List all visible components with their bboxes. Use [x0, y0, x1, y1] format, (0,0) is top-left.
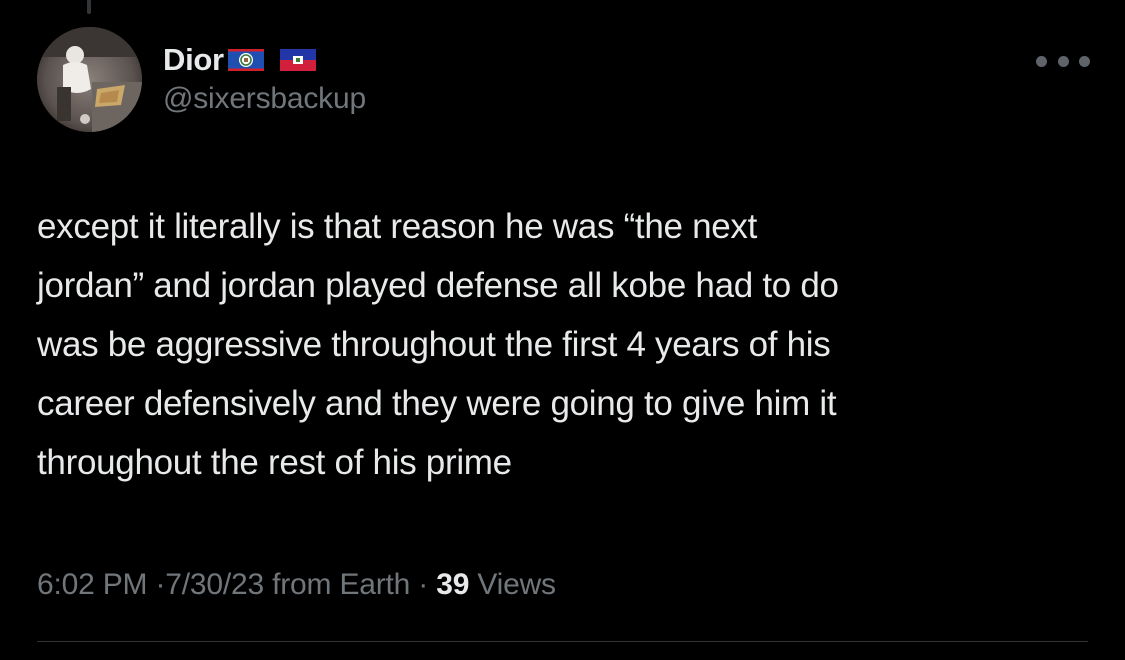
avatar[interactable]	[37, 27, 142, 132]
divider	[37, 641, 1088, 642]
tweet-text: except it literally is that reason he wa…	[37, 197, 1097, 492]
views-label[interactable]: Views	[477, 568, 556, 601]
more-options-button[interactable]	[1036, 46, 1090, 76]
tweet-text-line: except it literally is that reason he wa…	[37, 207, 758, 246]
tweet-date[interactable]: 7/30/23	[165, 568, 264, 601]
author-handle[interactable]: @sixersbackup	[163, 82, 366, 116]
flag-haiti-icon	[279, 49, 316, 71]
tweet-text-line: jordan” and jordan played defense all ko…	[37, 266, 839, 305]
views-count[interactable]: 39	[436, 568, 469, 601]
tweet-time[interactable]: 6:02 PM	[37, 568, 148, 601]
author-display-name[interactable]: Dior	[163, 42, 224, 78]
tweet-text-line: throughout the rest of his prime	[37, 443, 512, 482]
tweet-text-line: was be aggressive throughout the first 4…	[37, 325, 831, 364]
meta-separator: ·	[155, 568, 166, 601]
flag-belize-icon	[227, 49, 264, 71]
more-horizontal-icon	[1057, 55, 1069, 67]
more-horizontal-icon	[1079, 55, 1090, 67]
tweet-text-line: career defensively and they were going t…	[37, 384, 837, 423]
author-name-row[interactable]: Dior	[163, 38, 316, 82]
meta-separator: ·	[418, 568, 429, 601]
avatar-image	[37, 27, 142, 132]
tweet-meta: 6:02 PM ·7/30/23 from Earth · 39 Views	[37, 568, 556, 602]
tweet-source: from Earth	[272, 568, 411, 601]
thread-connector-line	[87, 0, 91, 14]
more-horizontal-icon	[1036, 55, 1047, 67]
